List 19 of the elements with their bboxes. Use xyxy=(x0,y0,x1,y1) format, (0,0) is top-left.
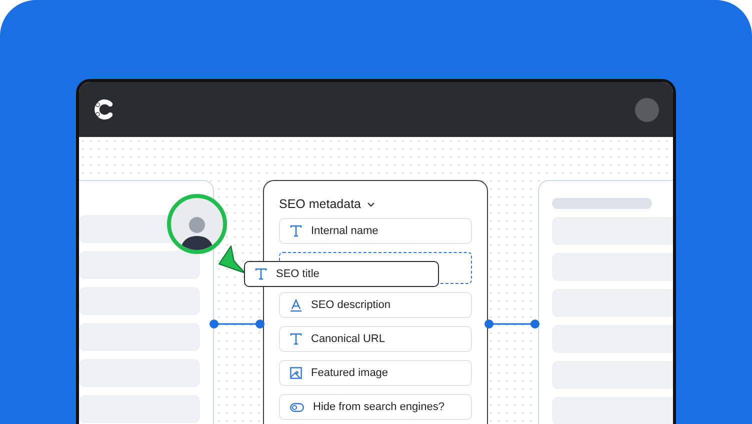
logo-icon xyxy=(92,98,115,121)
text-type-icon xyxy=(255,268,267,280)
field-item[interactable]: Canonical URL xyxy=(279,326,472,352)
font-letter-icon xyxy=(290,298,302,312)
field-item[interactable]: Hide from search engines? xyxy=(279,394,472,420)
field-item[interactable]: Featured image xyxy=(279,360,472,386)
user-avatar-icon[interactable] xyxy=(635,98,659,122)
chevron-down-icon xyxy=(367,202,375,206)
field-item[interactable]: SEO description xyxy=(279,292,472,318)
toggle-icon xyxy=(290,402,304,412)
text-type-icon xyxy=(290,333,302,345)
cursor-pointer-icon xyxy=(218,245,246,275)
connector-line xyxy=(209,318,265,330)
text-type-icon xyxy=(290,225,302,237)
field-item[interactable]: Internal name xyxy=(279,218,472,244)
dragged-field[interactable]: SEO title xyxy=(244,261,439,287)
section-title[interactable]: SEO metadata xyxy=(279,196,375,212)
connector-line xyxy=(484,318,540,330)
image-icon xyxy=(290,367,302,379)
